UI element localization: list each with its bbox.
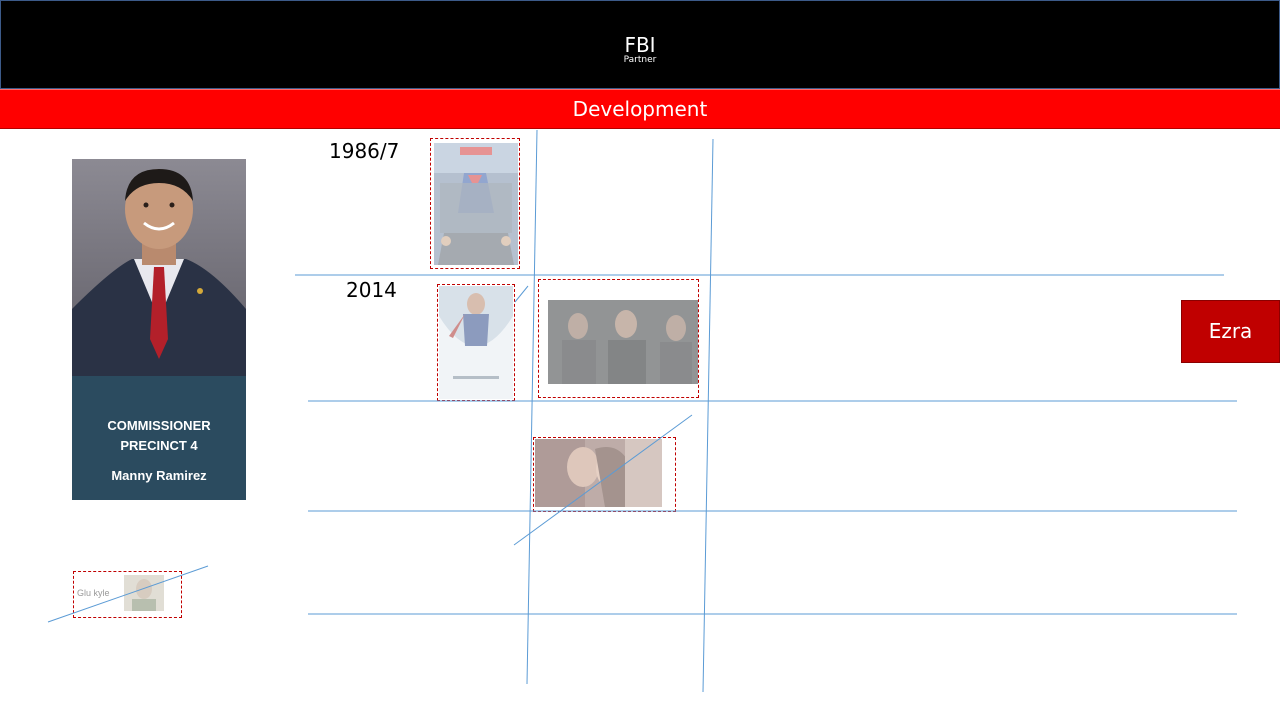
year-label-2014: 2014	[346, 278, 397, 302]
ezra-box[interactable]: Ezra	[1181, 300, 1280, 363]
profile-name: Manny Ramirez	[111, 468, 207, 483]
superman-poster-image	[434, 143, 518, 265]
crossed-out-thumbnail-image	[124, 575, 164, 611]
profile-role-line2: PRECINCT 4	[120, 438, 198, 453]
connector-line	[514, 285, 529, 303]
grid-vertical-line-1	[526, 129, 538, 685]
grid-vertical-line-2	[702, 138, 714, 693]
profile-photo	[72, 159, 246, 376]
header-subtitle: Partner	[623, 55, 657, 65]
profile-role-line1: COMMISSIONER	[107, 418, 211, 433]
kiss-still-image	[535, 439, 662, 507]
year-label-1986: 1986/7	[329, 139, 400, 163]
man-of-steel-poster-image	[439, 286, 513, 399]
crossed-out-item-label: Glu kyle	[77, 588, 110, 598]
group-still-image	[548, 300, 698, 384]
header-title: FBI	[624, 33, 656, 57]
portrait-image	[72, 159, 246, 376]
banner-label: Development	[572, 97, 708, 121]
